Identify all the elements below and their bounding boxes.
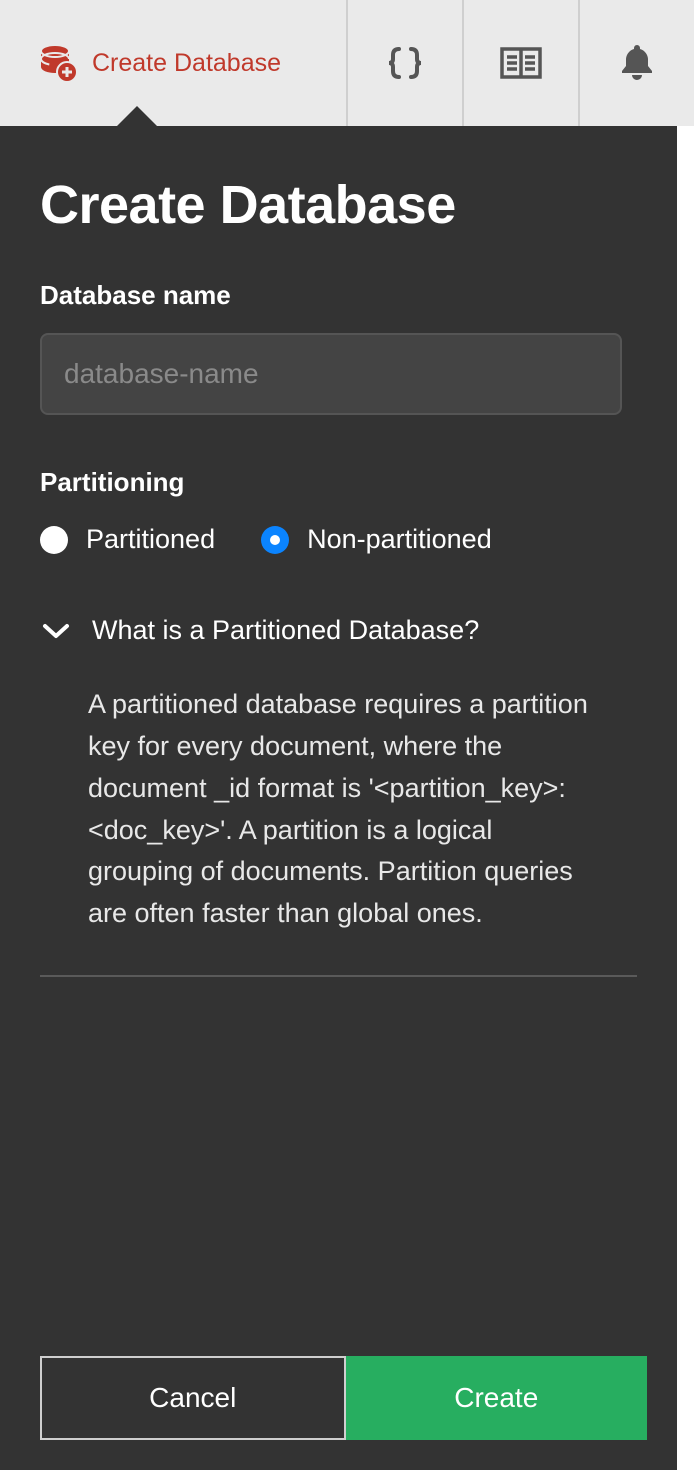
database-plus-icon: [36, 42, 78, 84]
radio-non-partitioned-label: Non-partitioned: [307, 524, 492, 555]
divider: [40, 975, 637, 977]
open-book-icon: [499, 43, 543, 83]
radio-dot-icon: [40, 526, 68, 554]
create-database-panel: Create Database Database name Partitioni…: [0, 126, 677, 1470]
braces-icon: [385, 43, 425, 83]
partitioning-radio-group: Partitioned Non-partitioned: [40, 524, 637, 555]
radio-dot-checked-icon: [261, 526, 289, 554]
cancel-button[interactable]: Cancel: [40, 1356, 346, 1440]
bell-icon: [617, 41, 657, 85]
radio-non-partitioned[interactable]: Non-partitioned: [261, 524, 492, 555]
json-button[interactable]: [346, 0, 462, 126]
accordion-toggle[interactable]: What is a Partitioned Database?: [40, 615, 637, 646]
notifications-button[interactable]: [578, 0, 694, 126]
chevron-down-icon: [40, 622, 72, 640]
partitioning-label: Partitioning: [40, 467, 637, 498]
panel-title: Create Database: [40, 174, 637, 236]
toolbar-spacer: [309, 0, 346, 126]
accordion-title: What is a Partitioned Database?: [92, 615, 479, 646]
panel-footer: Cancel Create: [0, 1356, 677, 1470]
database-name-label: Database name: [40, 280, 637, 311]
radio-partitioned-label: Partitioned: [86, 524, 215, 555]
docs-button[interactable]: [462, 0, 578, 126]
create-database-button[interactable]: Create Database: [0, 0, 309, 126]
create-database-label: Create Database: [92, 49, 281, 78]
radio-partitioned[interactable]: Partitioned: [40, 524, 215, 555]
database-name-input[interactable]: [40, 333, 622, 415]
toolbar: Create Database: [0, 0, 694, 126]
accordion-body: A partitioned database requires a partit…: [88, 684, 598, 935]
create-button[interactable]: Create: [346, 1356, 648, 1440]
